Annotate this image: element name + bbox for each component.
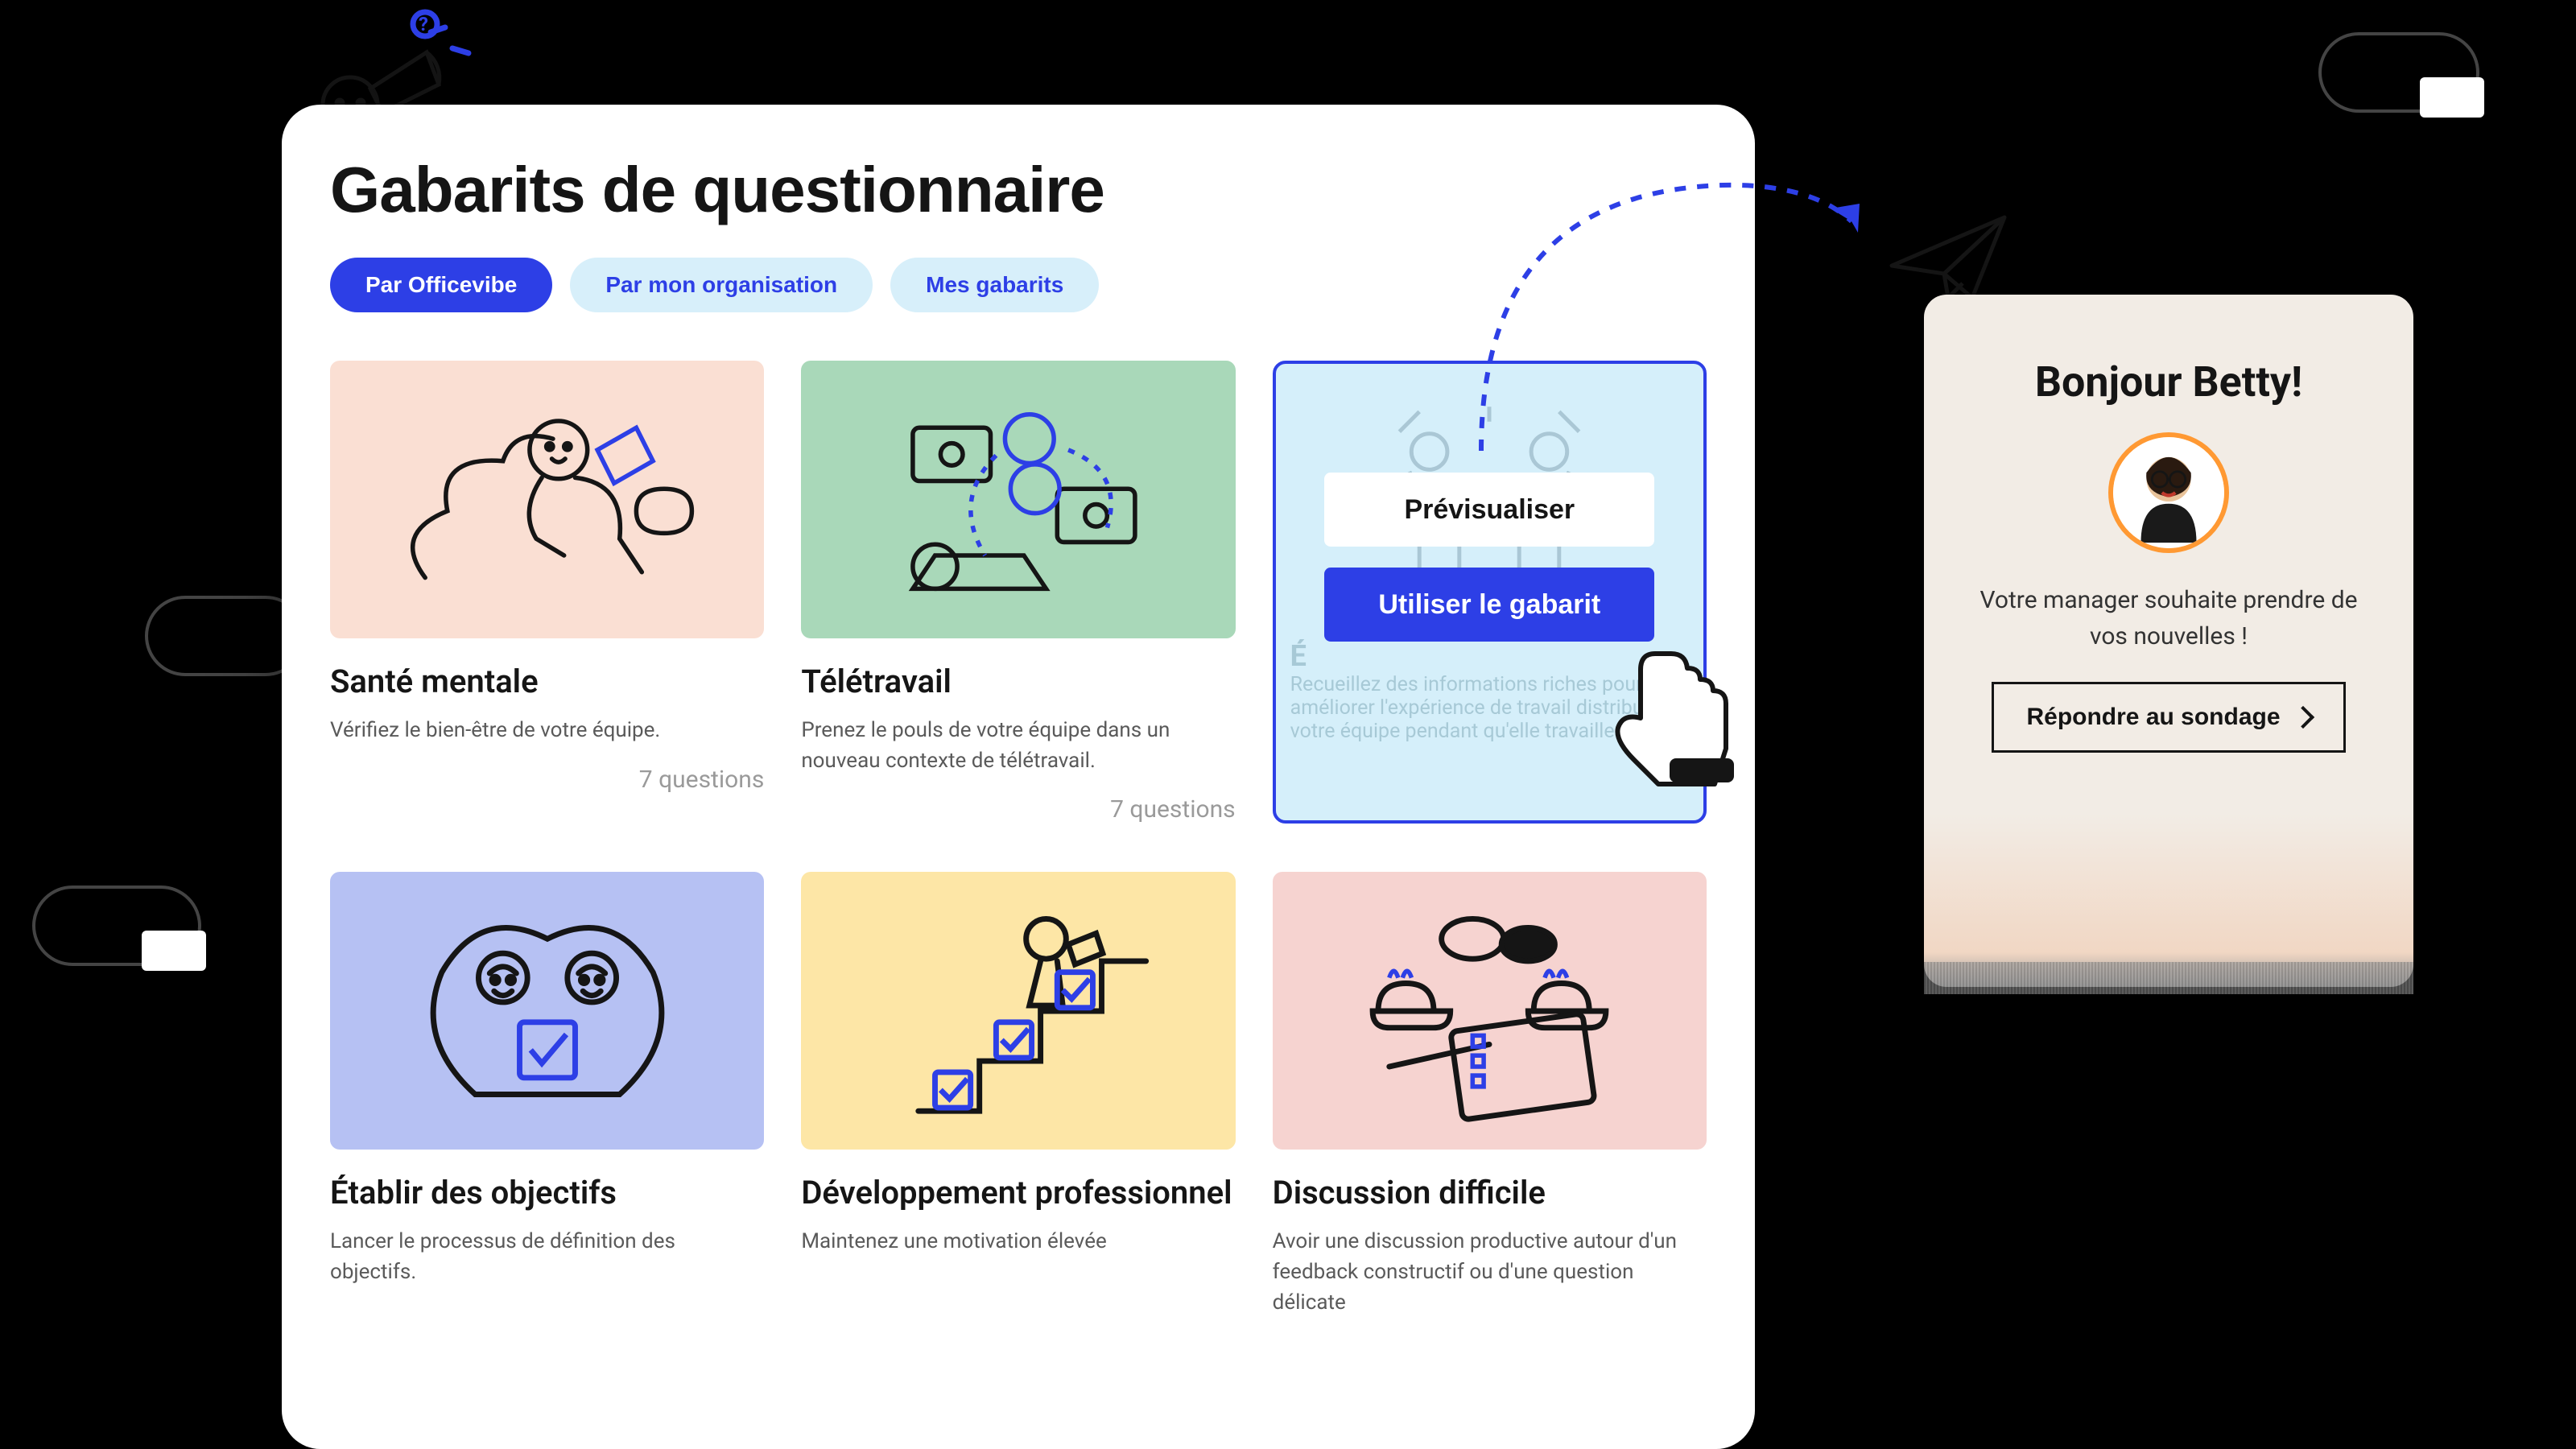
card-desc: Prenez le pouls de votre équipe dans un …: [801, 716, 1235, 776]
svg-text:?: ?: [419, 13, 428, 35]
paper-plane-icon: [1884, 209, 2013, 306]
card-desc: Recueillez des informations riches pour …: [1290, 673, 1689, 743]
card-title: Santé mentale: [330, 663, 764, 701]
template-grid: Santé mentale Vérifiez le bien-être de v…: [330, 361, 1707, 1331]
card-illustration: [801, 361, 1235, 638]
template-card-difficult-discussion[interactable]: Discussion difficile Avoir une discussio…: [1273, 872, 1707, 1331]
card-title: É: [1290, 639, 1689, 673]
card-desc: Lancer le processus de définition des ob…: [330, 1227, 764, 1287]
card-illustration: [801, 872, 1235, 1150]
tab-by-officevibe[interactable]: Par Officevibe: [330, 258, 552, 312]
card-illustration: [330, 872, 764, 1150]
notification-body: Votre manager souhaite prendre de vos no…: [1969, 582, 2368, 654]
card-desc: Maintenez une motivation élevée: [801, 1227, 1235, 1257]
use-template-button[interactable]: Utiliser le gabarit: [1324, 568, 1654, 642]
card-title: Télétravail: [801, 663, 1235, 701]
card-question-count: 7 questions: [801, 795, 1235, 824]
card-shadow-noise: [1924, 962, 2413, 994]
cloud-doodle: [32, 886, 201, 966]
card-title: Développement professionnel: [801, 1174, 1235, 1212]
preview-button[interactable]: Prévisualiser: [1324, 473, 1654, 547]
avatar: [2108, 432, 2229, 553]
tab-my-templates[interactable]: Mes gabarits: [890, 258, 1099, 312]
notification-greeting: Bonjour Betty!: [1969, 357, 2368, 407]
card-title: Établir des objectifs: [330, 1174, 764, 1212]
respond-survey-label: Répondre au sondage: [2026, 704, 2280, 731]
template-card-remote-work[interactable]: Télétravail Prenez le pouls de votre équ…: [801, 361, 1235, 824]
templates-panel: Gabarits de questionnaire Par Officevibe…: [282, 105, 1755, 1449]
card-desc: Avoir une discussion productive autour d…: [1273, 1227, 1707, 1318]
card-title: Discussion difficile: [1273, 1174, 1707, 1212]
template-card-mental-health[interactable]: Santé mentale Vérifiez le bien-être de v…: [330, 361, 764, 824]
card-illustration: [330, 361, 764, 638]
chevron-right-icon: [2291, 706, 2314, 729]
filter-tabs: Par Officevibe Par mon organisation Mes …: [330, 258, 1707, 312]
template-card-pro-dev[interactable]: Développement professionnel Maintenez un…: [801, 872, 1235, 1331]
tab-by-organization[interactable]: Par mon organisation: [570, 258, 873, 312]
survey-notification-card: Bonjour Betty! Votre manager souhaite pr…: [1924, 295, 2413, 987]
respond-survey-button[interactable]: Répondre au sondage: [1992, 682, 2345, 753]
card-illustration: [1273, 872, 1707, 1150]
card-question-count: 7 questions: [330, 766, 764, 794]
template-card-hovered[interactable]: Prévisualiser Utiliser le gabarit É Recu…: [1273, 361, 1707, 824]
page-title: Gabarits de questionnaire: [330, 153, 1707, 227]
cloud-doodle: [2318, 32, 2479, 113]
card-desc: Vérifiez le bien-être de votre équipe.: [330, 716, 764, 746]
template-card-goals[interactable]: Établir des objectifs Lancer le processu…: [330, 872, 764, 1331]
